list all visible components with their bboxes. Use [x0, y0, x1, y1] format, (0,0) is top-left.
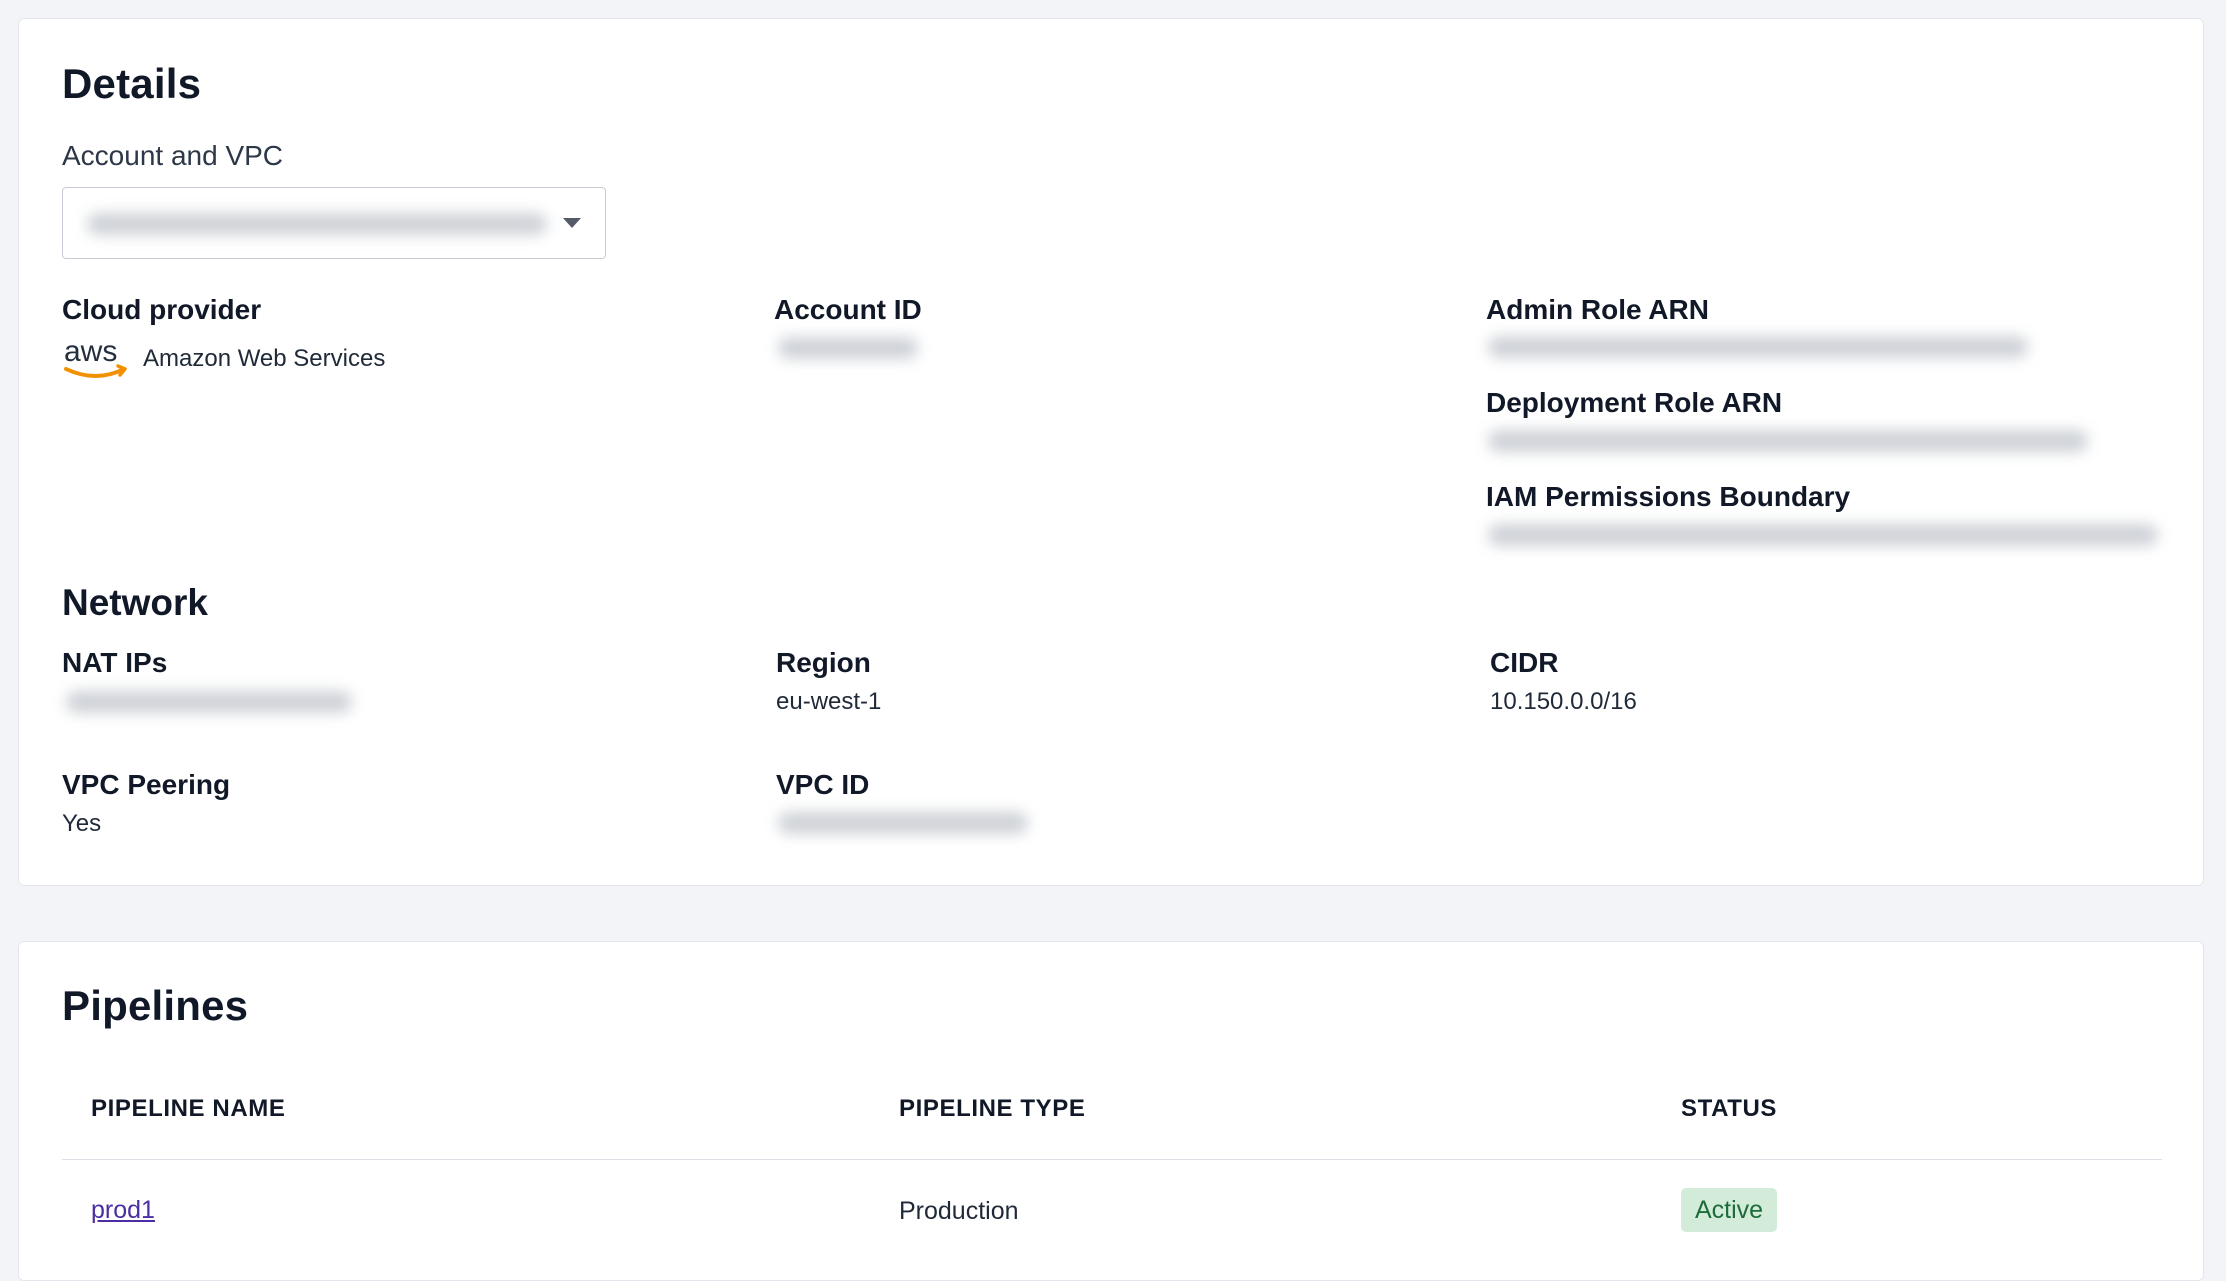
cidr-label: CIDR — [1490, 647, 1559, 678]
cloud-provider-label: Cloud provider — [62, 294, 262, 325]
admin-role-arn-label: Admin Role ARN — [1486, 294, 1709, 325]
account-id-redacted — [778, 337, 918, 359]
vpc-id-redacted — [778, 812, 1028, 834]
iam-permissions-boundary-label: IAM Permissions Boundary — [1486, 481, 1851, 512]
vpc-peering-label: VPC Peering — [62, 769, 231, 800]
column-header-pipeline-type: PIPELINE TYPE — [899, 1095, 1086, 1122]
aws-logo-icon: aws — [64, 335, 127, 378]
region-value: eu-west-1 — [776, 688, 882, 715]
cloud-provider-value: Amazon Web Services — [143, 345, 386, 372]
account-vpc-select[interactable] — [62, 187, 606, 259]
nat-ips-redacted — [66, 691, 352, 713]
account-vpc-label: Account and VPC — [62, 140, 284, 171]
cidr-value: 10.150.0.0/16 — [1490, 688, 1637, 715]
vpc-id-label: VPC ID — [776, 769, 870, 800]
admin-role-arn-redacted — [1488, 336, 2028, 358]
details-title: Details — [62, 60, 202, 107]
table-divider — [62, 1159, 2162, 1160]
pipelines-title: Pipelines — [62, 982, 249, 1029]
vpc-peering-value: Yes — [62, 810, 102, 837]
region-label: Region — [776, 647, 871, 678]
account-id-label: Account ID — [774, 294, 922, 325]
network-title: Network — [62, 582, 208, 623]
column-header-pipeline-name: PIPELINE NAME — [91, 1095, 286, 1122]
pipeline-type-cell: Production — [899, 1197, 1019, 1225]
status-badge: Active — [1681, 1188, 1778, 1232]
chevron-down-icon[interactable] — [563, 218, 581, 228]
pipeline-name-link[interactable]: prod1 — [91, 1196, 155, 1225]
svg-text:aws: aws — [64, 335, 117, 368]
iam-permissions-boundary-redacted — [1488, 524, 2158, 546]
nat-ips-label: NAT IPs — [62, 647, 168, 678]
account-vpc-value-redacted — [87, 213, 547, 235]
pipelines-card — [18, 941, 2204, 1281]
deployment-role-arn-label: Deployment Role ARN — [1486, 387, 1783, 418]
column-header-status: STATUS — [1681, 1095, 1778, 1122]
details-card — [18, 18, 2204, 886]
deployment-role-arn-redacted — [1488, 430, 2088, 452]
